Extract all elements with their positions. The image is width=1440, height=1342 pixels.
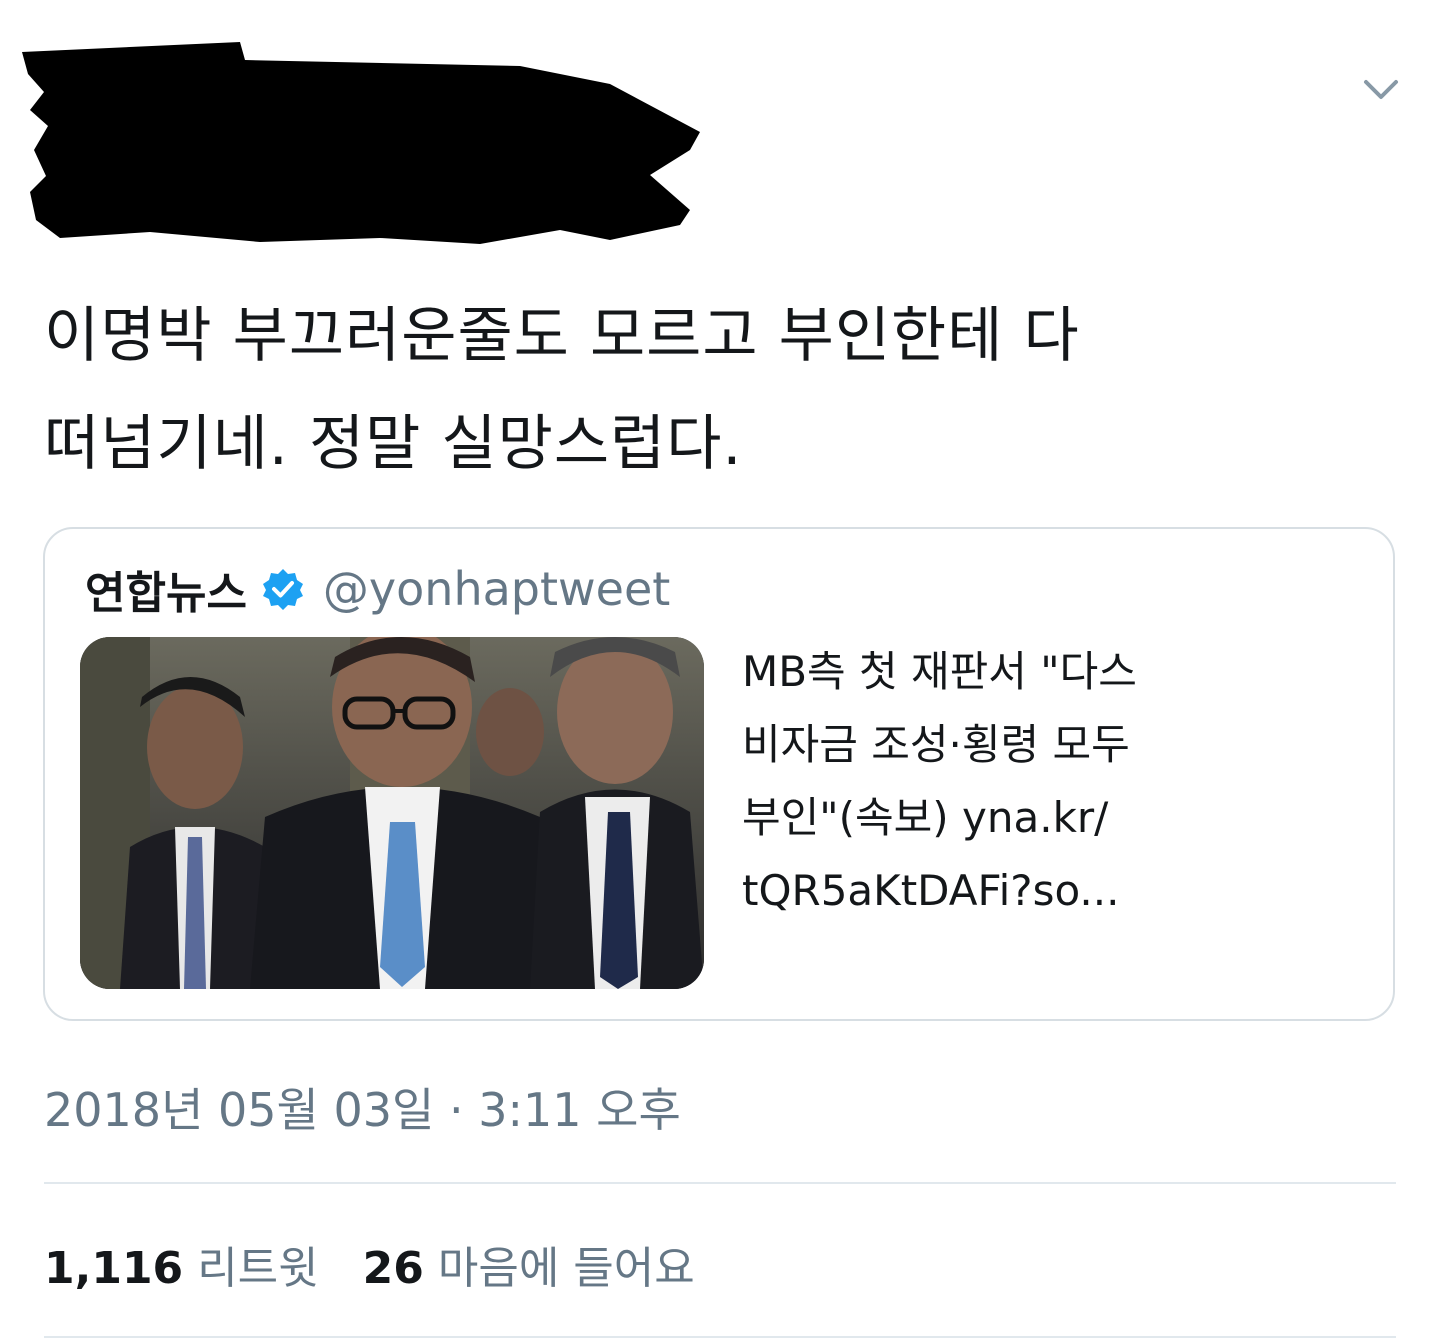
verified-badge-icon [262,569,303,610]
quoted-text-line: MB측 첫 재판서 "다스 [742,647,1137,696]
tweet-stats: 1,116 리트윗 26 마음에 들어요 [44,1232,695,1296]
quoted-text-line: 비자금 조성·횡령 모두 [742,720,1130,769]
retweets-count: 1,116 [44,1243,184,1294]
quoted-author-handle: @yonhaptweet [322,562,671,616]
tweet-text-line: 떠넘기네. 정말 실망스럽다. [44,409,743,479]
retweets-stat[interactable]: 1,116 리트윗 [44,1232,319,1296]
quoted-text-line: 부인"(속보) yna.kr/ [742,793,1109,842]
quoted-tweet-text: MB측 첫 재판서 "다스 비자금 조성·횡령 모두 부인"(속보) yna.k… [742,635,1362,927]
redacted-author-info [22,42,700,244]
likes-stat[interactable]: 26 마음에 들어요 [363,1232,695,1296]
quoted-tweet-photo[interactable] [80,637,704,989]
quoted-tweet-card[interactable]: 연합뉴스 @yonhaptweet MB측 첫 재판서 "다스 비자금 조성·횡… [43,527,1395,1021]
quoted-tweet-header: 연합뉴스 @yonhaptweet [85,559,670,619]
likes-label: 마음에 들어요 [437,1243,695,1294]
quoted-author-name: 연합뉴스 [85,568,247,619]
divider [44,1336,1396,1338]
quoted-text-line: tQR5aKtDAFi?so... [742,866,1120,915]
tweet-text: 이명박 부끄러운줄도 모르고 부인한테 다 떠넘기네. 정말 실망스럽다. [44,282,1384,498]
retweets-label: 리트윗 [197,1243,319,1294]
tweet-timestamp[interactable]: 2018년 05월 03일 · 3:11 오후 [44,1074,681,1140]
divider [44,1182,1396,1184]
tweet-text-line: 이명박 부끄러운줄도 모르고 부인한테 다 [44,301,1080,371]
likes-count: 26 [362,1243,424,1294]
chevron-down-icon[interactable] [1356,70,1406,110]
